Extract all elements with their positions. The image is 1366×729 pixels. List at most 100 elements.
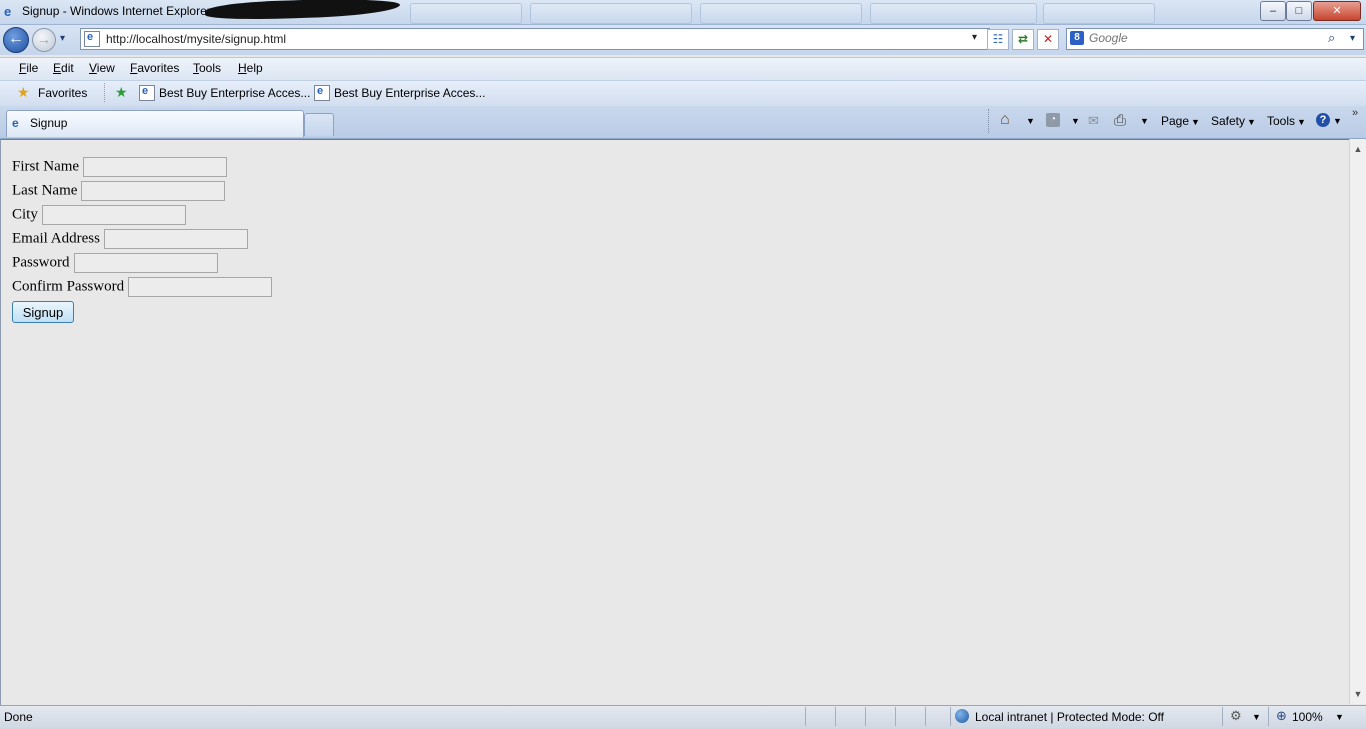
menu-tools[interactable]: Tools <box>193 61 221 75</box>
google-provider-icon: 8 <box>1070 31 1084 45</box>
confirm-password-row: Confirm Password <box>12 277 273 297</box>
minimize-icon: – <box>1269 5 1277 17</box>
page-content <box>0 139 1350 705</box>
back-button[interactable]: ← <box>3 27 29 53</box>
status-separator <box>835 707 836 726</box>
status-separator <box>865 707 866 726</box>
favorites-star-icon[interactable]: ★ <box>17 84 30 101</box>
scroll-up-icon[interactable]: ▲ <box>1350 141 1366 157</box>
forward-button[interactable]: → <box>32 28 56 52</box>
menu-favorites[interactable]: Favorites <box>130 61 179 75</box>
search-input[interactable] <box>1089 30 1319 46</box>
city-label: City <box>12 206 38 223</box>
maximize-button[interactable]: □ <box>1286 1 1312 21</box>
background-window-tab[interactable] <box>530 3 692 24</box>
protected-mode-dropdown-icon[interactable]: ▼ <box>1252 712 1261 722</box>
status-separator <box>950 707 951 726</box>
window-title: Signup - Windows Internet Explorer <box>22 4 211 18</box>
print-icon[interactable]: ⎙ <box>1114 112 1126 129</box>
status-separator <box>805 707 806 726</box>
help-icon[interactable]: ? <box>1316 113 1330 127</box>
globe-icon <box>955 709 969 723</box>
forward-arrow-icon: → <box>37 31 51 47</box>
tab-ie-icon: e <box>12 116 19 130</box>
tab-label[interactable]: Signup <box>30 116 67 130</box>
help-dropdown-icon[interactable]: ▼ <box>1333 116 1342 126</box>
background-window-tab[interactable] <box>700 3 862 24</box>
ie-page-icon: e <box>87 31 94 43</box>
close-icon: ✕ <box>1332 5 1342 17</box>
feeds-icon[interactable]: ◔ <box>1046 113 1060 127</box>
signup-button[interactable]: Signup <box>12 301 74 323</box>
status-separator <box>895 707 896 726</box>
password-label: Password <box>12 254 70 271</box>
compatibility-view-icon[interactable]: ☷ <box>987 29 1009 50</box>
favorites-separator <box>104 83 107 102</box>
favorite-link[interactable]: Best Buy Enterprise Acces... <box>334 86 485 100</box>
email-row: Email Address <box>12 229 248 249</box>
home-icon[interactable]: ⌂ <box>1000 111 1010 129</box>
more-commands-icon[interactable]: » <box>1352 107 1358 119</box>
chevron-down-icon: ▼ <box>1297 117 1306 127</box>
status-separator <box>1222 707 1223 726</box>
zoom-dropdown-icon[interactable]: ▼ <box>1335 712 1344 722</box>
stop-icon[interactable]: ✕ <box>1037 29 1059 50</box>
add-to-favorites-bar-icon[interactable]: ★ <box>115 84 128 101</box>
background-window-tab[interactable] <box>410 3 522 24</box>
password-input[interactable] <box>73 253 218 273</box>
scroll-down-icon[interactable]: ▼ <box>1350 686 1366 702</box>
menu-file[interactable]: File <box>19 61 38 75</box>
first-name-row: First Name <box>12 157 228 177</box>
protected-mode-icon[interactable]: ⚙ <box>1230 708 1242 724</box>
chevron-down-icon: ▼ <box>1191 117 1200 127</box>
favorite-link[interactable]: Best Buy Enterprise Acces... <box>159 86 310 100</box>
status-separator <box>925 707 926 726</box>
favorite-link-icon: e <box>139 85 155 101</box>
read-mail-icon[interactable]: ✉ <box>1088 113 1099 129</box>
confirm-password-label: Confirm Password <box>12 278 125 295</box>
safety-menu-button[interactable]: Safety ▼ <box>1211 114 1256 128</box>
print-dropdown-icon[interactable]: ▼ <box>1140 116 1149 126</box>
password-row: Password <box>12 253 218 273</box>
new-tab-button[interactable] <box>304 113 334 136</box>
minimize-button[interactable]: – <box>1260 1 1286 21</box>
first-name-label: First Name <box>12 158 80 175</box>
chevron-down-icon: ▼ <box>1247 117 1256 127</box>
first-name-input[interactable] <box>83 157 228 177</box>
favorites-button[interactable]: Favorites <box>38 86 87 100</box>
last-name-input[interactable] <box>81 181 226 201</box>
confirm-password-input[interactable] <box>128 277 273 297</box>
last-name-row: Last Name <box>12 181 226 201</box>
home-dropdown-icon[interactable]: ▼ <box>1026 116 1035 126</box>
recent-pages-dropdown-icon[interactable]: ▾ <box>60 33 65 44</box>
email-label: Email Address <box>12 230 100 247</box>
zoom-level[interactable]: 100% <box>1292 710 1323 724</box>
status-text: Done <box>4 710 33 724</box>
back-arrow-icon: ← <box>8 30 24 47</box>
email-input[interactable] <box>103 229 248 249</box>
tools-menu-button[interactable]: Tools ▼ <box>1267 114 1306 128</box>
background-window-tab[interactable] <box>1043 3 1155 24</box>
last-name-label: Last Name <box>12 182 78 199</box>
menu-help[interactable]: Help <box>238 61 263 75</box>
security-zone-text[interactable]: Local intranet | Protected Mode: Off <box>975 710 1164 724</box>
feeds-dropdown-icon[interactable]: ▼ <box>1071 116 1080 126</box>
address-dropdown-icon[interactable]: ▾ <box>972 32 977 43</box>
address-url[interactable]: http://localhost/mysite/signup.html <box>106 32 286 46</box>
city-input[interactable] <box>41 205 186 225</box>
menu-view[interactable]: View <box>89 61 115 75</box>
menu-edit[interactable]: Edit <box>53 61 74 75</box>
ie-logo-icon: e <box>4 4 12 19</box>
city-row: City <box>12 205 186 225</box>
command-bar-separator <box>988 109 991 133</box>
favorite-link-icon: e <box>314 85 330 101</box>
close-button[interactable]: ✕ <box>1313 1 1361 21</box>
search-options-dropdown-icon[interactable]: ▾ <box>1350 33 1355 44</box>
vertical-scrollbar[interactable] <box>1349 139 1366 704</box>
zoom-icon[interactable]: ⊕ <box>1276 708 1287 724</box>
refresh-icon[interactable]: ⇄ <box>1012 29 1034 50</box>
search-icon[interactable]: ⌕ <box>1328 30 1335 46</box>
status-separator <box>1268 707 1269 726</box>
background-window-tab[interactable] <box>870 3 1037 24</box>
page-menu-button[interactable]: Page ▼ <box>1161 114 1200 128</box>
